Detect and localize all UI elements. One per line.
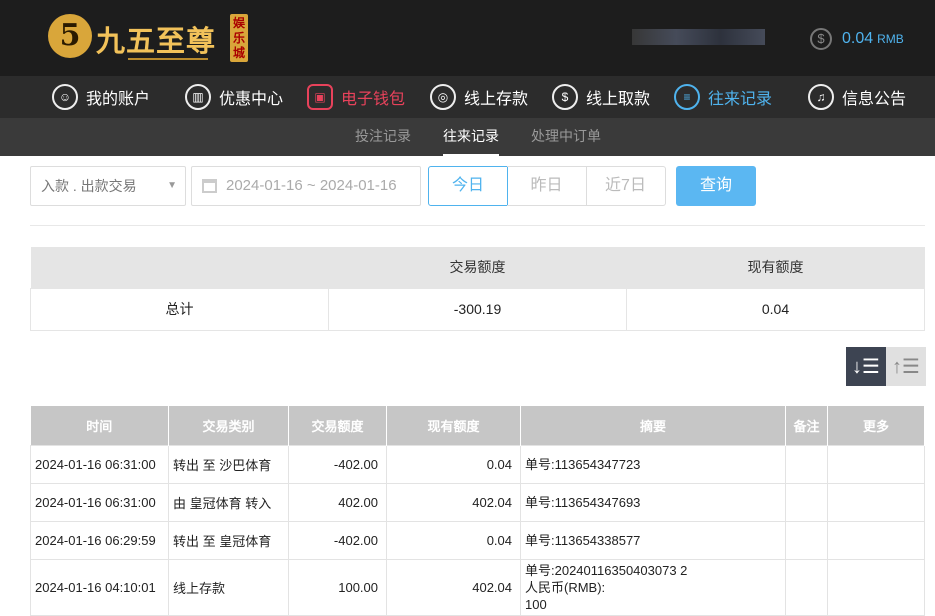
column-header: 交易类别 <box>168 406 289 445</box>
cell-more[interactable] <box>827 482 925 522</box>
nav-promotions[interactable]: ▥ 优惠中心 <box>185 81 283 113</box>
gift-icon: ▥ <box>185 84 211 110</box>
deposit-icon: ◎ <box>430 84 456 110</box>
nav-deposit[interactable]: ◎ 线上存款 <box>430 81 528 113</box>
records-table: 时间 交易类别 交易额度 现有额度 摘要 备注 更多 2024-01-16 06… <box>30 406 925 616</box>
summary-current-balance: 0.04 <box>626 287 925 331</box>
cell-amount: 402.00 <box>288 482 387 522</box>
cell-balance: 0.04 <box>386 520 521 560</box>
cell-memo: 单号:20240116350403073 2 人民币(RMB): 100 <box>520 558 786 616</box>
cell-remark <box>785 444 828 484</box>
table-row: 2024-01-16 04:10:01 线上存款 100.00 402.04 单… <box>30 558 925 616</box>
cell-time: 2024-01-16 06:29:59 <box>30 520 169 560</box>
sub-nav: 投注记录 往来记录 处理中订单 <box>0 118 935 156</box>
wallet-icon: ▣ <box>307 84 333 110</box>
column-header: 备注 <box>785 406 828 445</box>
cell-memo: 单号:113654347723 <box>520 444 786 484</box>
cell-type: 线上存款 <box>168 558 289 616</box>
main-nav: ☺ 我的账户 ▥ 优惠中心 ▣ 电子钱包 ◎ 线上存款 $ 线上取款 ≡ 往来记录 ♫ 信息公… <box>0 76 935 118</box>
cell-amount: 100.00 <box>288 558 387 616</box>
summary-header <box>30 247 329 288</box>
quick-yesterday-button[interactable]: 昨日 <box>507 166 587 206</box>
cell-type: 由 皇冠体育 转入 <box>168 482 289 522</box>
summary-transaction-total: -300.19 <box>328 287 627 331</box>
cell-type: 转出 至 皇冠体育 <box>168 520 289 560</box>
sort-ascending-icon[interactable]: ↑☰ <box>886 347 926 386</box>
tab-transaction-records[interactable]: 往来记录 <box>443 118 499 156</box>
logo-ornament <box>128 58 208 60</box>
cell-more[interactable] <box>827 520 925 560</box>
cell-remark <box>785 558 828 616</box>
cell-balance: 402.04 <box>386 558 521 616</box>
cell-remark <box>785 520 828 560</box>
query-button[interactable]: 查询 <box>676 166 756 206</box>
site-logo[interactable]: 5 九五至尊 娱乐城 <box>48 12 248 64</box>
table-row: 2024-01-16 06:29:59 转出 至 皇冠体育 -402.00 0.… <box>30 520 925 560</box>
caret-down-icon: ▼ <box>167 180 177 191</box>
logo-emblem: 5 <box>48 14 92 58</box>
column-header: 时间 <box>30 406 169 445</box>
table-row: 2024-01-16 06:31:00 由 皇冠体育 转入 402.00 402… <box>30 482 925 522</box>
coin-icon: $ <box>810 28 832 50</box>
date-range-input[interactable]: 2024-01-16 ~ 2024-01-16 <box>191 166 421 206</box>
nav-announcements[interactable]: ♫ 信息公告 <box>808 81 906 113</box>
username-blurred <box>632 29 765 45</box>
divider <box>30 225 925 226</box>
cell-time: 2024-01-16 04:10:01 <box>30 558 169 616</box>
cell-remark <box>785 482 828 522</box>
nav-label: 电子钱包 <box>341 91 406 108</box>
nav-label: 线上存款 <box>464 91 529 108</box>
tab-pending-orders[interactable]: 处理中订单 <box>531 118 601 156</box>
nav-label: 信息公告 <box>842 91 907 108</box>
cell-time: 2024-01-16 06:31:00 <box>30 444 169 484</box>
records-icon: ≡ <box>674 84 700 110</box>
tab-bet-records[interactable]: 投注记录 <box>355 118 411 156</box>
cell-amount: -402.00 <box>288 444 387 484</box>
cell-amount: -402.00 <box>288 520 387 560</box>
cell-more[interactable] <box>827 558 925 616</box>
quick-today-button[interactable]: 今日 <box>428 166 508 206</box>
withdraw-icon: $ <box>552 84 578 110</box>
balance-unit: RMB <box>877 32 904 46</box>
summary-header: 现有额度 <box>626 247 925 288</box>
calendar-icon <box>202 179 217 193</box>
nav-e-wallet[interactable]: ▣ 电子钱包 <box>307 81 405 113</box>
balance-display: $ 0.04 RMB <box>810 26 904 52</box>
nav-label: 我的账户 <box>86 91 151 108</box>
bell-icon: ♫ <box>808 84 834 110</box>
user-icon: ☺ <box>52 84 78 110</box>
nav-my-account[interactable]: ☺ 我的账户 <box>52 81 150 113</box>
date-range-value: 2024-01-16 ~ 2024-01-16 <box>226 177 397 194</box>
cell-time: 2024-01-16 06:31:00 <box>30 482 169 522</box>
quick-7days-button[interactable]: 近7日 <box>586 166 666 206</box>
sort-descending-icon[interactable]: ↓☰ <box>846 347 886 386</box>
balance-value: 0.04 <box>842 30 874 47</box>
summary-header: 交易额度 <box>328 247 627 288</box>
nav-withdraw[interactable]: $ 线上取款 <box>552 81 650 113</box>
column-header: 交易额度 <box>288 406 387 445</box>
nav-label: 往来记录 <box>708 91 773 108</box>
cell-type: 转出 至 沙巴体育 <box>168 444 289 484</box>
logo-subtitle: 娱乐城 <box>230 14 248 62</box>
logo-text: 九五至尊 <box>96 24 217 58</box>
cell-memo: 单号:113654338577 <box>520 520 786 560</box>
column-header: 更多 <box>827 406 925 445</box>
nav-label: 线上取款 <box>586 91 651 108</box>
nav-records[interactable]: ≡ 往来记录 <box>674 81 772 113</box>
select-value: 入款 . 出款交易 <box>41 178 137 194</box>
cell-memo: 单号:113654347693 <box>520 482 786 522</box>
table-row: 2024-01-16 06:31:00 转出 至 沙巴体育 -402.00 0.… <box>30 444 925 484</box>
top-header: 5 九五至尊 娱乐城 $ 0.04 RMB <box>0 0 935 76</box>
column-header: 摘要 <box>520 406 786 445</box>
nav-label: 优惠中心 <box>219 91 284 108</box>
summary-table: 交易额度 现有额度 总计 -300.19 0.04 <box>30 247 925 331</box>
cell-balance: 402.04 <box>386 482 521 522</box>
transaction-type-select[interactable]: 入款 . 出款交易 ▼ <box>30 166 186 206</box>
cell-more[interactable] <box>827 444 925 484</box>
summary-label: 总计 <box>30 287 329 331</box>
column-header: 现有额度 <box>386 406 521 445</box>
cell-balance: 0.04 <box>386 444 521 484</box>
